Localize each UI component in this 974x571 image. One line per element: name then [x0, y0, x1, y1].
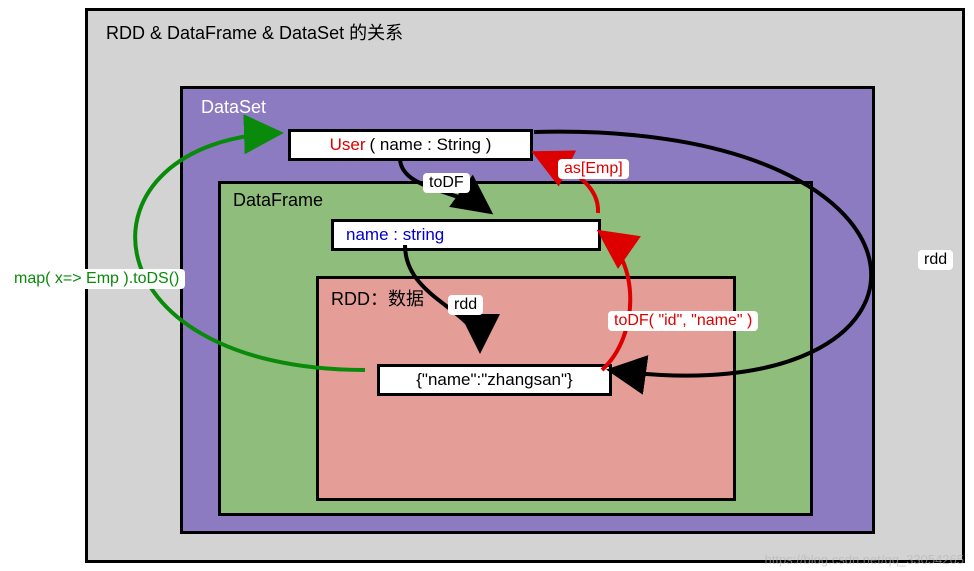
rdd-json-box: {"name":"zhangsan"} — [377, 364, 612, 396]
dataset-box: DataSet User ( name : String ) DataFrame… — [180, 86, 875, 534]
outer-frame: RDD & DataFrame & DataSet 的关系 DataSet Us… — [85, 8, 965, 563]
dataset-user-box: User ( name : String ) — [288, 129, 533, 161]
label-rdd-down: rdd — [448, 295, 483, 315]
watermark: https://blog.csdn.net/qq_33054265 — [765, 552, 965, 567]
user-classname: User — [330, 135, 366, 155]
dataframe-field-box: name : string — [331, 219, 601, 251]
dataframe-box: DataFrame name : string RDD：数据 {"name":"… — [218, 181, 813, 516]
rdd-box: RDD：数据 {"name":"zhangsan"} — [316, 276, 736, 501]
label-rdd-right: rdd — [918, 250, 953, 270]
dataframe-label: DataFrame — [233, 190, 323, 211]
diagram-title: RDD & DataFrame & DataSet 的关系 — [106, 19, 403, 45]
user-args: ( name : String ) — [370, 135, 492, 155]
label-todf-args: toDF( "id", "name" ) — [608, 311, 758, 331]
rdd-label: RDD：数据 — [331, 285, 424, 311]
label-todf: toDF — [423, 173, 470, 193]
label-map-tods: map( x=> Emp ).toDS() — [8, 269, 185, 289]
dataset-label: DataSet — [201, 97, 266, 118]
label-as-emp: as[Emp] — [558, 159, 629, 179]
dataframe-fieldname: name : string — [346, 225, 444, 245]
rdd-json-sample: {"name":"zhangsan"} — [416, 370, 572, 390]
